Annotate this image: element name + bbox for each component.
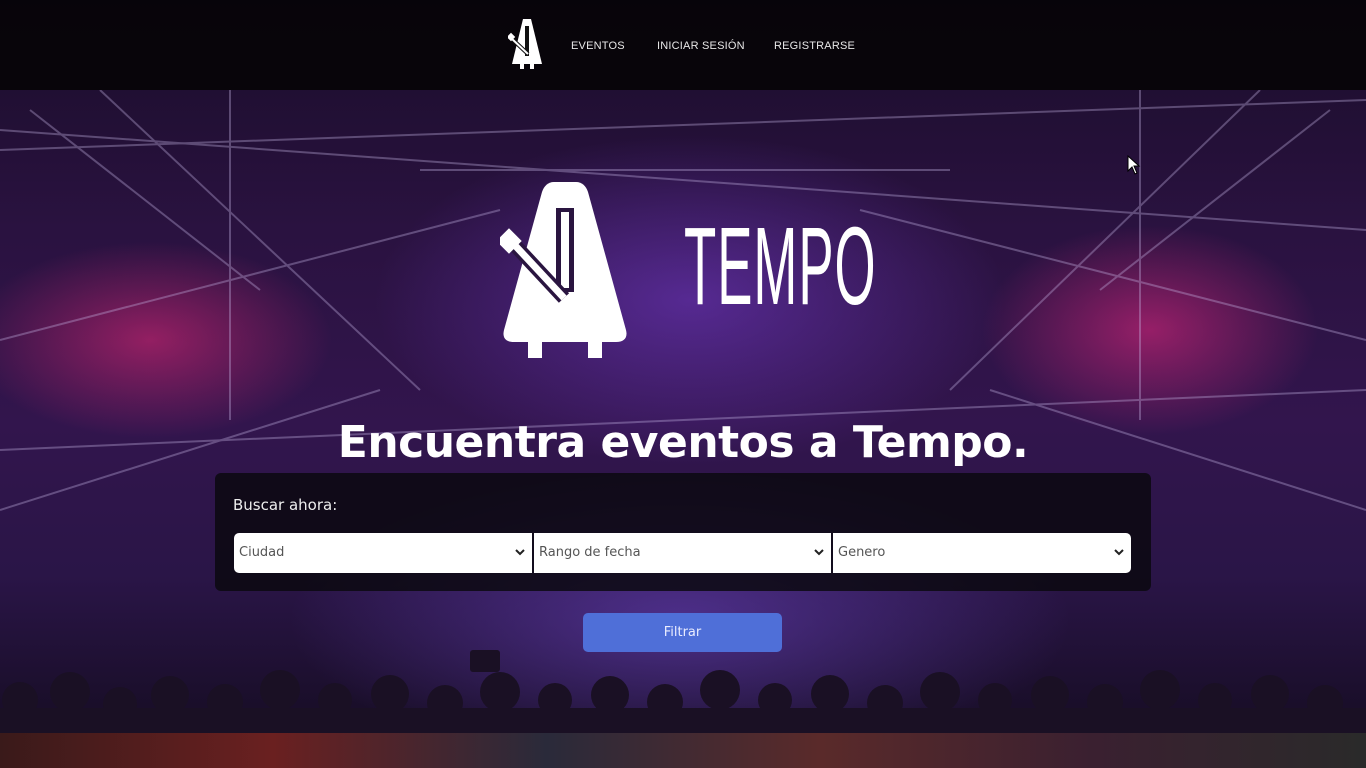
genre-select[interactable]: Genero: [833, 533, 1131, 573]
brand-name: TEMPO: [684, 205, 877, 328]
nav-link-registrarse[interactable]: REGISTRARSE: [774, 40, 855, 52]
city-select-value: Ciudad: [239, 545, 285, 560]
metronome-icon[interactable]: [508, 18, 546, 70]
date-range-select[interactable]: Rango de fecha: [534, 533, 831, 573]
date-range-select-value: Rango de fecha: [539, 545, 641, 560]
filter-button[interactable]: Filtrar: [583, 613, 782, 652]
nav-link-iniciar-sesion[interactable]: INICIAR SESIÓN: [657, 40, 745, 52]
chevron-down-icon: [1114, 549, 1124, 556]
chevron-down-icon: [814, 549, 824, 556]
nav-link-eventos[interactable]: EVENTOS: [571, 40, 625, 52]
search-panel: [215, 473, 1151, 591]
search-title: Buscar ahora:: [233, 496, 338, 514]
chevron-down-icon: [515, 549, 525, 556]
mouse-cursor-icon: [1127, 155, 1141, 175]
city-select[interactable]: Ciudad: [234, 533, 532, 573]
navbar: EVENTOS INICIAR SESIÓN REGISTRARSE: [0, 0, 1366, 90]
genre-select-value: Genero: [838, 545, 886, 560]
metronome-icon: [500, 182, 627, 358]
crowd-photo-strip: [0, 733, 1366, 768]
hero-headline: Encuentra eventos a Tempo.: [337, 417, 1029, 469]
